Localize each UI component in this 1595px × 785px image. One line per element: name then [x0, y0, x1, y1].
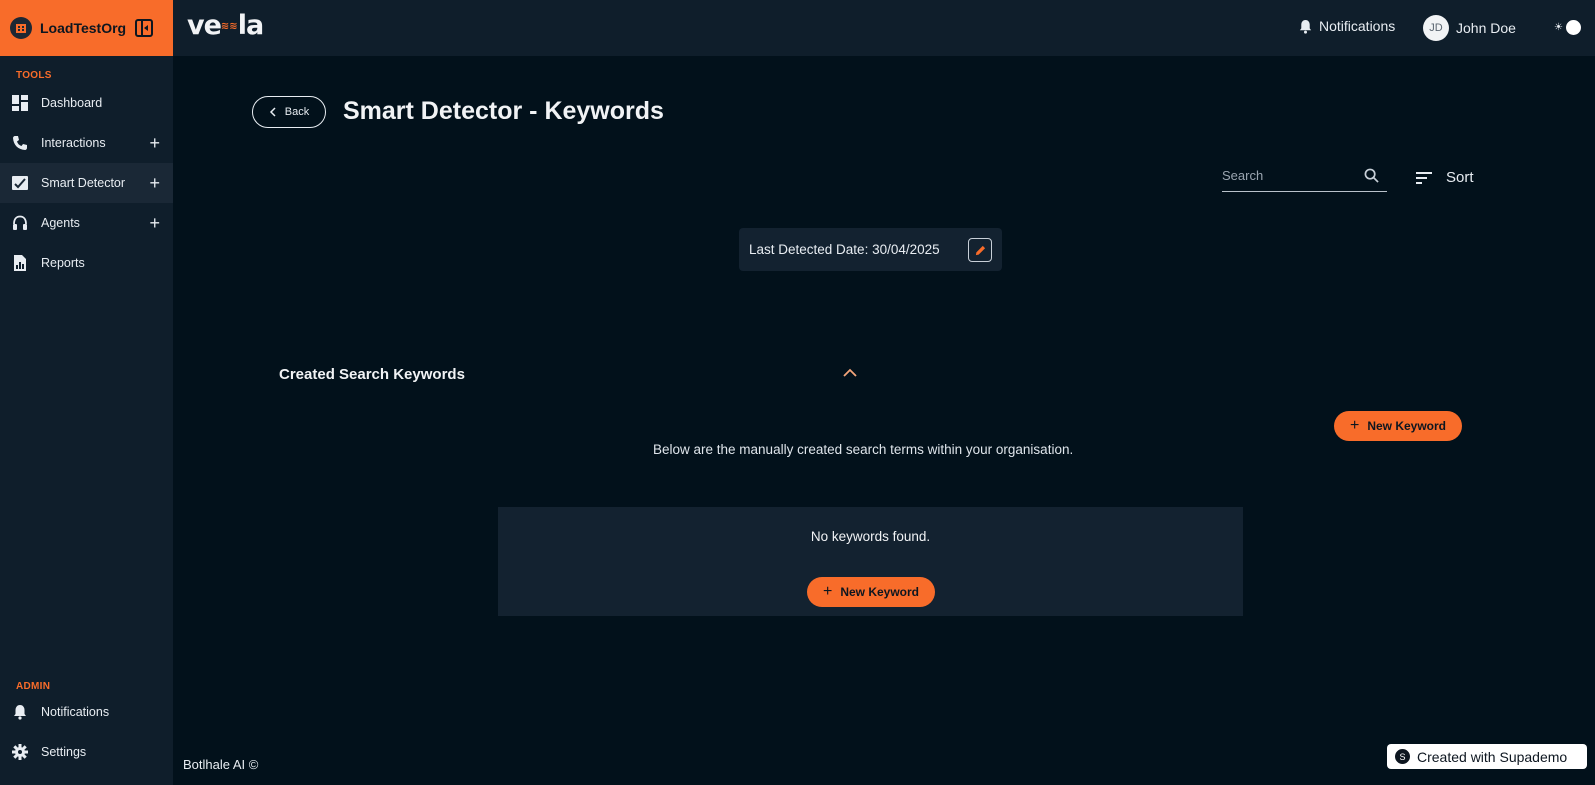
sidebar-item-settings[interactable]: Settings [0, 732, 173, 772]
back-label: Back [284, 106, 310, 118]
org-switcher[interactable]: LoadTestOrg [0, 0, 173, 56]
sort-button[interactable]: Sort [1416, 169, 1474, 186]
plus-icon: + [1349, 417, 1360, 434]
app-logo[interactable]: ve≋≋la [187, 10, 264, 41]
collapse-sidebar-icon[interactable] [135, 19, 153, 37]
last-detected-card: Last Detected Date: 30/04/2025 [739, 228, 1002, 271]
org-name: LoadTestOrg [40, 20, 127, 36]
sidebar-item-label: Agents [41, 216, 80, 230]
sun-icon: ☀ [1554, 22, 1563, 33]
supademo-badge[interactable]: S Created with Supademo [1387, 744, 1587, 769]
sidebar-item-label: Reports [41, 256, 85, 270]
new-keyword-button[interactable]: + New Keyword [807, 577, 935, 607]
smart-detector-icon [11, 174, 29, 192]
section-description: Below are the manually created search te… [653, 442, 1074, 457]
expand-plus-icon[interactable]: + [149, 214, 160, 232]
notifications-button[interactable]: Notifications [1298, 18, 1395, 34]
waveform-icon: ≋≋ [220, 21, 238, 32]
sort-icon [1416, 171, 1432, 184]
last-detected-date: Last Detected Date: 30/04/2025 [749, 242, 940, 257]
sidebar-item-label: Notifications [41, 705, 110, 719]
report-icon [11, 254, 29, 272]
page-title: Smart Detector - Keywords [343, 97, 664, 125]
notifications-label: Notifications [1319, 18, 1396, 34]
back-button[interactable]: Back [252, 96, 326, 128]
expand-plus-icon[interactable]: + [149, 174, 160, 192]
user-menu[interactable]: JD John Doe [1423, 15, 1516, 41]
phone-icon [11, 134, 29, 152]
topbar: ve≋≋la Notifications JD John Doe ☀ [173, 0, 1595, 56]
empty-state: No keywords found. + New Keyword [498, 507, 1243, 616]
sidebar-item-label: Interactions [41, 136, 106, 150]
section-title: Created Search Keywords [279, 366, 465, 383]
toggle-knob [1565, 20, 1581, 35]
building-icon [10, 17, 32, 39]
edit-date-button[interactable] [968, 238, 992, 262]
chevron-left-icon [269, 107, 276, 117]
sidebar-item-reports[interactable]: Reports [0, 243, 173, 283]
sidebar-item-dashboard[interactable]: Dashboard [0, 83, 173, 123]
search-input[interactable] [1222, 164, 1362, 183]
sidebar-item-label: Smart Detector [41, 176, 126, 190]
supademo-label: Created with Supademo [1417, 748, 1568, 765]
supademo-logo-icon: S [1395, 749, 1410, 764]
footer-copyright: Botlhale AI © [183, 757, 259, 772]
search-icon[interactable] [1364, 168, 1379, 183]
new-keyword-label: New Keyword [840, 585, 920, 599]
sidebar-item-label: Dashboard [41, 96, 103, 110]
new-keyword-label: New Keyword [1367, 419, 1447, 433]
sidebar-item-label: Settings [41, 745, 87, 759]
sidebar-item-agents[interactable]: Agents + [0, 203, 173, 243]
avatar: JD [1423, 15, 1449, 41]
sidebar: LoadTestOrg TOOLS Dashboard Interactions… [0, 0, 173, 785]
search-field[interactable] [1222, 164, 1387, 192]
dashboard-icon [11, 94, 29, 112]
chevron-up-icon[interactable] [842, 368, 858, 378]
bell-icon [11, 703, 29, 721]
bell-icon [1299, 19, 1312, 34]
empty-message: No keywords found. [810, 529, 931, 544]
sidebar-item-interactions[interactable]: Interactions + [0, 123, 173, 163]
pencil-icon [975, 245, 985, 255]
sort-label: Sort [1446, 169, 1474, 186]
user-name: John Doe [1456, 20, 1516, 36]
plus-icon: + [822, 583, 833, 600]
headset-icon [11, 214, 29, 232]
tools-section-label: TOOLS [16, 70, 52, 81]
sidebar-item-smart-detector[interactable]: Smart Detector + [0, 163, 173, 203]
admin-section-label: ADMIN [16, 681, 51, 692]
theme-toggle[interactable]: ☀ [1554, 20, 1581, 35]
sidebar-item-notifications[interactable]: Notifications [0, 692, 173, 732]
gear-icon [11, 743, 29, 761]
expand-plus-icon[interactable]: + [149, 134, 160, 152]
new-keyword-button[interactable]: + New Keyword [1334, 411, 1462, 441]
